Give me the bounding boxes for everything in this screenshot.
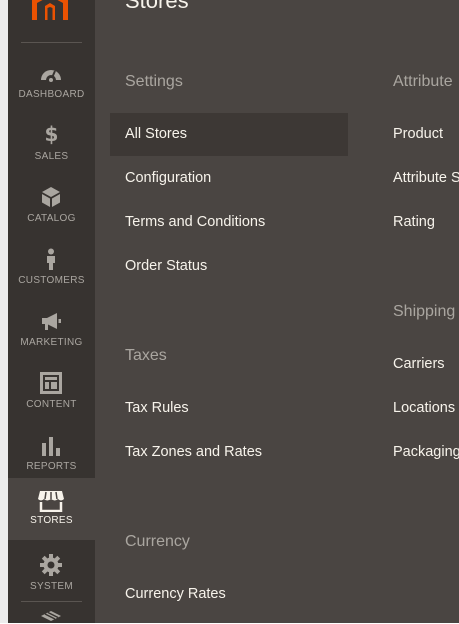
sidebar-item-label: DASHBOARD bbox=[18, 89, 85, 100]
person-icon bbox=[47, 248, 55, 270]
sidebar-item-catalog[interactable]: CATALOG bbox=[8, 180, 95, 242]
sidebar-item-label: SALES bbox=[34, 151, 69, 162]
sidebar-divider bbox=[21, 601, 82, 602]
magento-logo[interactable] bbox=[32, 0, 68, 20]
sidebar-item-label: CUSTOMERS bbox=[18, 275, 85, 286]
sidebar-item-customers[interactable]: CUSTOMERS bbox=[8, 242, 95, 304]
dollar-icon: $ bbox=[44, 122, 59, 146]
link-locations[interactable]: Locations bbox=[393, 400, 455, 416]
page-title: Stores bbox=[125, 0, 189, 13]
sidebar-item-label: CATALOG bbox=[27, 213, 76, 224]
sidebar-item-marketing[interactable]: MARKETING bbox=[8, 304, 95, 366]
sidebar-item-stores[interactable]: STORES bbox=[8, 478, 95, 540]
admin-sidebar: DASHBOARD $ SALES CATALOG CUSTOMERS MARK… bbox=[8, 0, 95, 623]
layout-icon bbox=[40, 372, 62, 394]
sidebar-item-label: MARKETING bbox=[20, 337, 83, 348]
gear-icon bbox=[40, 554, 62, 576]
sidebar-item-dashboard[interactable]: DASHBOARD bbox=[8, 56, 95, 118]
link-tax-rules[interactable]: Tax Rules bbox=[125, 400, 189, 416]
link-order-status[interactable]: Order Status bbox=[125, 258, 207, 274]
logo-divider bbox=[21, 42, 82, 43]
bar-chart-icon bbox=[42, 437, 60, 456]
link-attribute-set[interactable]: Attribute S bbox=[393, 170, 459, 186]
box-icon bbox=[42, 187, 60, 207]
section-title-shipping: Shipping bbox=[393, 303, 456, 320]
link-currency-rates[interactable]: Currency Rates bbox=[125, 586, 226, 602]
link-rating[interactable]: Rating bbox=[393, 214, 435, 230]
sidebar-item-sales[interactable]: $ SALES bbox=[8, 118, 95, 180]
section-title-attributes: Attribute bbox=[393, 73, 453, 90]
sidebar-item-label: CONTENT bbox=[26, 399, 77, 410]
link-configuration[interactable]: Configuration bbox=[125, 170, 211, 186]
stores-menu-panel: Stores Settings All Stores Configuration… bbox=[95, 0, 459, 623]
section-title-settings: Settings bbox=[125, 73, 183, 90]
storefront-icon bbox=[38, 491, 64, 512]
link-tax-zones-and-rates[interactable]: Tax Zones and Rates bbox=[125, 444, 262, 460]
link-product[interactable]: Product bbox=[393, 126, 443, 142]
link-packaging[interactable]: Packaging bbox=[393, 444, 459, 460]
sidebar-item-label: REPORTS bbox=[26, 461, 77, 472]
megaphone-icon bbox=[42, 313, 61, 330]
link-all-stores[interactable]: All Stores bbox=[125, 126, 187, 142]
page-background-strip bbox=[0, 0, 8, 623]
sidebar-item-content[interactable]: CONTENT bbox=[8, 366, 95, 428]
section-title-currency: Currency bbox=[125, 533, 190, 550]
extensions-icon[interactable] bbox=[40, 610, 62, 624]
section-title-taxes: Taxes bbox=[125, 347, 167, 364]
gauge-icon bbox=[41, 70, 61, 82]
link-carriers[interactable]: Carriers bbox=[393, 356, 445, 372]
link-terms-and-conditions[interactable]: Terms and Conditions bbox=[125, 214, 265, 230]
sidebar-item-label: SYSTEM bbox=[30, 581, 73, 592]
sidebar-item-label: STORES bbox=[30, 515, 73, 526]
